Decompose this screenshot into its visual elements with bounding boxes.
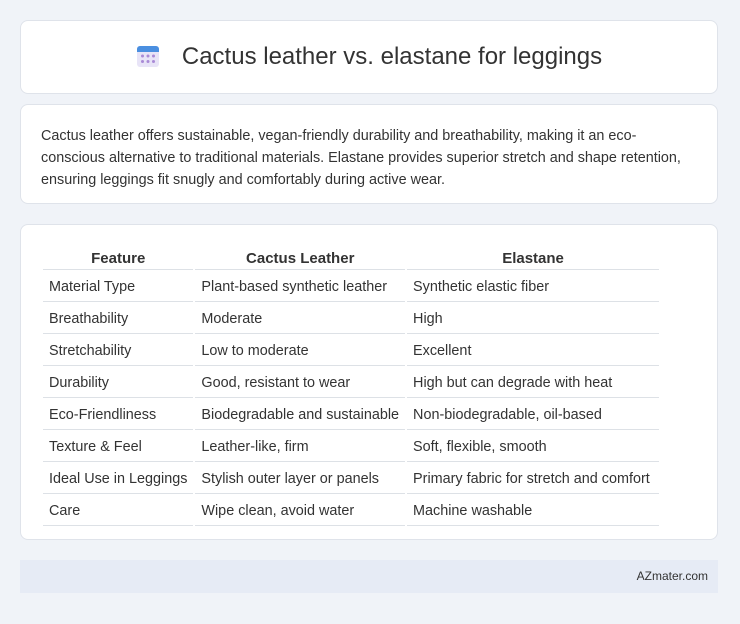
title-card: Cactus leather vs. elastane for leggings xyxy=(20,20,718,94)
table-cell: Ideal Use in Leggings xyxy=(43,464,194,494)
table-cell: Eco-Friendliness xyxy=(43,400,194,430)
table-cell: Moderate xyxy=(195,304,406,334)
table-cell: Non-biodegradable, oil-based xyxy=(407,400,660,430)
table-cell: Plant-based synthetic leather xyxy=(195,272,406,302)
table-row: Ideal Use in Leggings Stylish outer laye… xyxy=(43,464,660,494)
table-row: Material Type Plant-based synthetic leat… xyxy=(43,272,660,302)
table-cell: Texture & Feel xyxy=(43,432,194,462)
table-row: Care Wipe clean, avoid water Machine was… xyxy=(43,496,660,526)
column-header: Cactus Leather xyxy=(195,247,406,270)
column-header: Elastane xyxy=(407,247,660,270)
calendar-icon xyxy=(136,46,159,67)
summary-card: Cactus leather offers sustainable, vegan… xyxy=(20,104,718,204)
table-row: Durability Good, resistant to wear High … xyxy=(43,368,660,398)
table-cell: Synthetic elastic fiber xyxy=(407,272,660,302)
table-cell: Breathability xyxy=(43,304,194,334)
column-header: Feature xyxy=(43,247,194,270)
table-cell: High but can degrade with heat xyxy=(407,368,660,398)
table-cell: Primary fabric for stretch and comfort xyxy=(407,464,660,494)
comparison-table-card: Feature Cactus Leather Elastane Material… xyxy=(20,224,718,540)
table-cell: Leather-like, firm xyxy=(195,432,406,462)
comparison-table: Feature Cactus Leather Elastane Material… xyxy=(41,245,661,528)
table-cell: Biodegradable and sustainable xyxy=(195,400,406,430)
table-cell: Soft, flexible, smooth xyxy=(407,432,660,462)
page-title: Cactus leather vs. elastane for leggings xyxy=(181,43,603,70)
table-row: Texture & Feel Leather-like, firm Soft, … xyxy=(43,432,660,462)
table-cell: Wipe clean, avoid water xyxy=(195,496,406,526)
table-header-row: Feature Cactus Leather Elastane xyxy=(43,247,660,270)
table-cell: Stretchability xyxy=(43,336,194,366)
summary-text: Cactus leather offers sustainable, vegan… xyxy=(41,128,681,188)
table-row: Eco-Friendliness Biodegradable and susta… xyxy=(43,400,660,430)
table-cell: Excellent xyxy=(407,336,660,366)
table-row: Stretchability Low to moderate Excellent xyxy=(43,336,660,366)
table-cell: Stylish outer layer or panels xyxy=(195,464,406,494)
table-cell: Machine washable xyxy=(407,496,660,526)
footer: AZmater.com xyxy=(20,560,718,593)
table-cell: High xyxy=(407,304,660,334)
table-cell: Good, resistant to wear xyxy=(195,368,406,398)
footer-brand: AZmater.com xyxy=(636,569,708,583)
table-cell: Low to moderate xyxy=(195,336,406,366)
table-cell: Durability xyxy=(43,368,194,398)
table-cell: Material Type xyxy=(43,272,194,302)
table-row: Breathability Moderate High xyxy=(43,304,660,334)
table-cell: Care xyxy=(43,496,194,526)
